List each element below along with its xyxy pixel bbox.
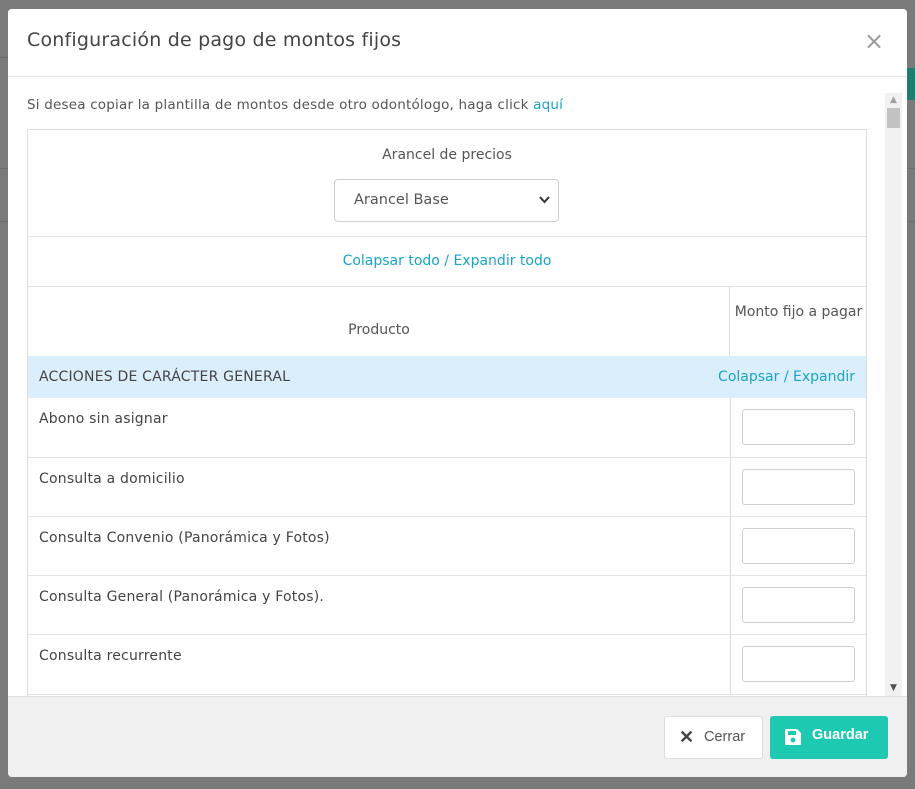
- collapse-all-row: Colapsar todo / Expandir todo: [28, 237, 866, 287]
- tariff-section: Arancel de precios Arancel Base: [28, 130, 866, 237]
- amount-input[interactable]: [742, 528, 855, 564]
- table-row: Consulta General (Panorámica y Fotos).: [28, 576, 866, 635]
- payment-config-modal: Configuración de pago de montos fijos × …: [8, 9, 907, 777]
- modal-body: Si desea copiar la plantilla de montos d…: [8, 77, 907, 696]
- product-name: Consulta Convenio (Panorámica y Fotos): [39, 530, 330, 546]
- background-divider: [907, 168, 915, 169]
- background-divider: [0, 221, 8, 222]
- product-name: Consulta a domicilio: [39, 471, 185, 487]
- floppy-disk-icon: [784, 728, 802, 746]
- scroll-thumb[interactable]: [887, 108, 900, 128]
- close-button[interactable]: ✕ Cerrar: [664, 716, 763, 759]
- group-title: ACCIONES DE CARÁCTER GENERAL: [39, 369, 291, 385]
- amount-cell: [730, 398, 866, 457]
- background-divider: [907, 221, 915, 222]
- amount-input[interactable]: [742, 469, 855, 505]
- table-header: Producto Monto fijo a pagar: [28, 287, 866, 356]
- tariff-select[interactable]: Arancel Base: [334, 179, 559, 222]
- amount-input[interactable]: [742, 646, 855, 682]
- copy-template-text: Si desea copiar la plantilla de montos d…: [27, 97, 563, 113]
- save-button[interactable]: Guardar: [770, 716, 888, 759]
- amount-cell: [730, 576, 866, 634]
- product-name: Consulta recurrente: [39, 648, 182, 664]
- amount-column-header: Monto fijo a pagar: [734, 304, 863, 320]
- modal-footer: ✕ Cerrar Guardar: [8, 696, 907, 777]
- modal-header: Configuración de pago de montos fijos ×: [8, 9, 907, 77]
- copy-template-link[interactable]: aquí: [533, 97, 563, 113]
- table-row: Consulta a domicilio: [28, 458, 866, 517]
- table-row: Consulta Convenio (Panorámica y Fotos): [28, 517, 866, 576]
- table-row: Abono sin asignar: [28, 398, 866, 458]
- tariff-label: Arancel de precios: [382, 147, 512, 163]
- amount-cell: [730, 635, 866, 694]
- chevron-down-icon: [539, 180, 550, 238]
- collapse-expand-all-link[interactable]: Colapsar todo / Expandir todo: [28, 253, 866, 269]
- close-icon: ✕: [679, 727, 695, 747]
- save-button-label: Guardar: [812, 727, 869, 743]
- group-collapse-expand-link[interactable]: Colapsar / Expandir: [718, 369, 855, 385]
- close-icon[interactable]: ×: [863, 29, 885, 53]
- tariff-selected-value: Arancel Base: [354, 192, 449, 208]
- fixed-amounts-table: Arancel de precios Arancel Base Colapsar…: [27, 129, 867, 696]
- product-column-header: Producto: [28, 287, 730, 356]
- product-column-label: Producto: [348, 322, 410, 338]
- copy-template-message: Si desea copiar la plantilla de montos d…: [27, 97, 534, 113]
- modal-title: Configuración de pago de montos fijos: [27, 29, 402, 51]
- amount-input[interactable]: [742, 409, 855, 445]
- product-name: Abono sin asignar: [39, 411, 168, 427]
- background-divider: [0, 57, 8, 58]
- amount-cell: [730, 517, 866, 575]
- amount-input[interactable]: [742, 587, 855, 623]
- scroll-down-icon[interactable]: ▼: [885, 681, 902, 696]
- table-row: Consulta recurrente: [28, 635, 866, 695]
- close-button-label: Cerrar: [704, 729, 746, 745]
- modal-scrollbar[interactable]: ▲ ▼: [885, 93, 902, 696]
- group-row: ACCIONES DE CARÁCTER GENERAL Colapsar / …: [28, 356, 866, 398]
- scroll-up-icon[interactable]: ▲: [885, 93, 902, 108]
- amount-cell: [730, 458, 866, 516]
- product-name: Consulta General (Panorámica y Fotos).: [39, 589, 325, 605]
- background-divider: [0, 168, 8, 169]
